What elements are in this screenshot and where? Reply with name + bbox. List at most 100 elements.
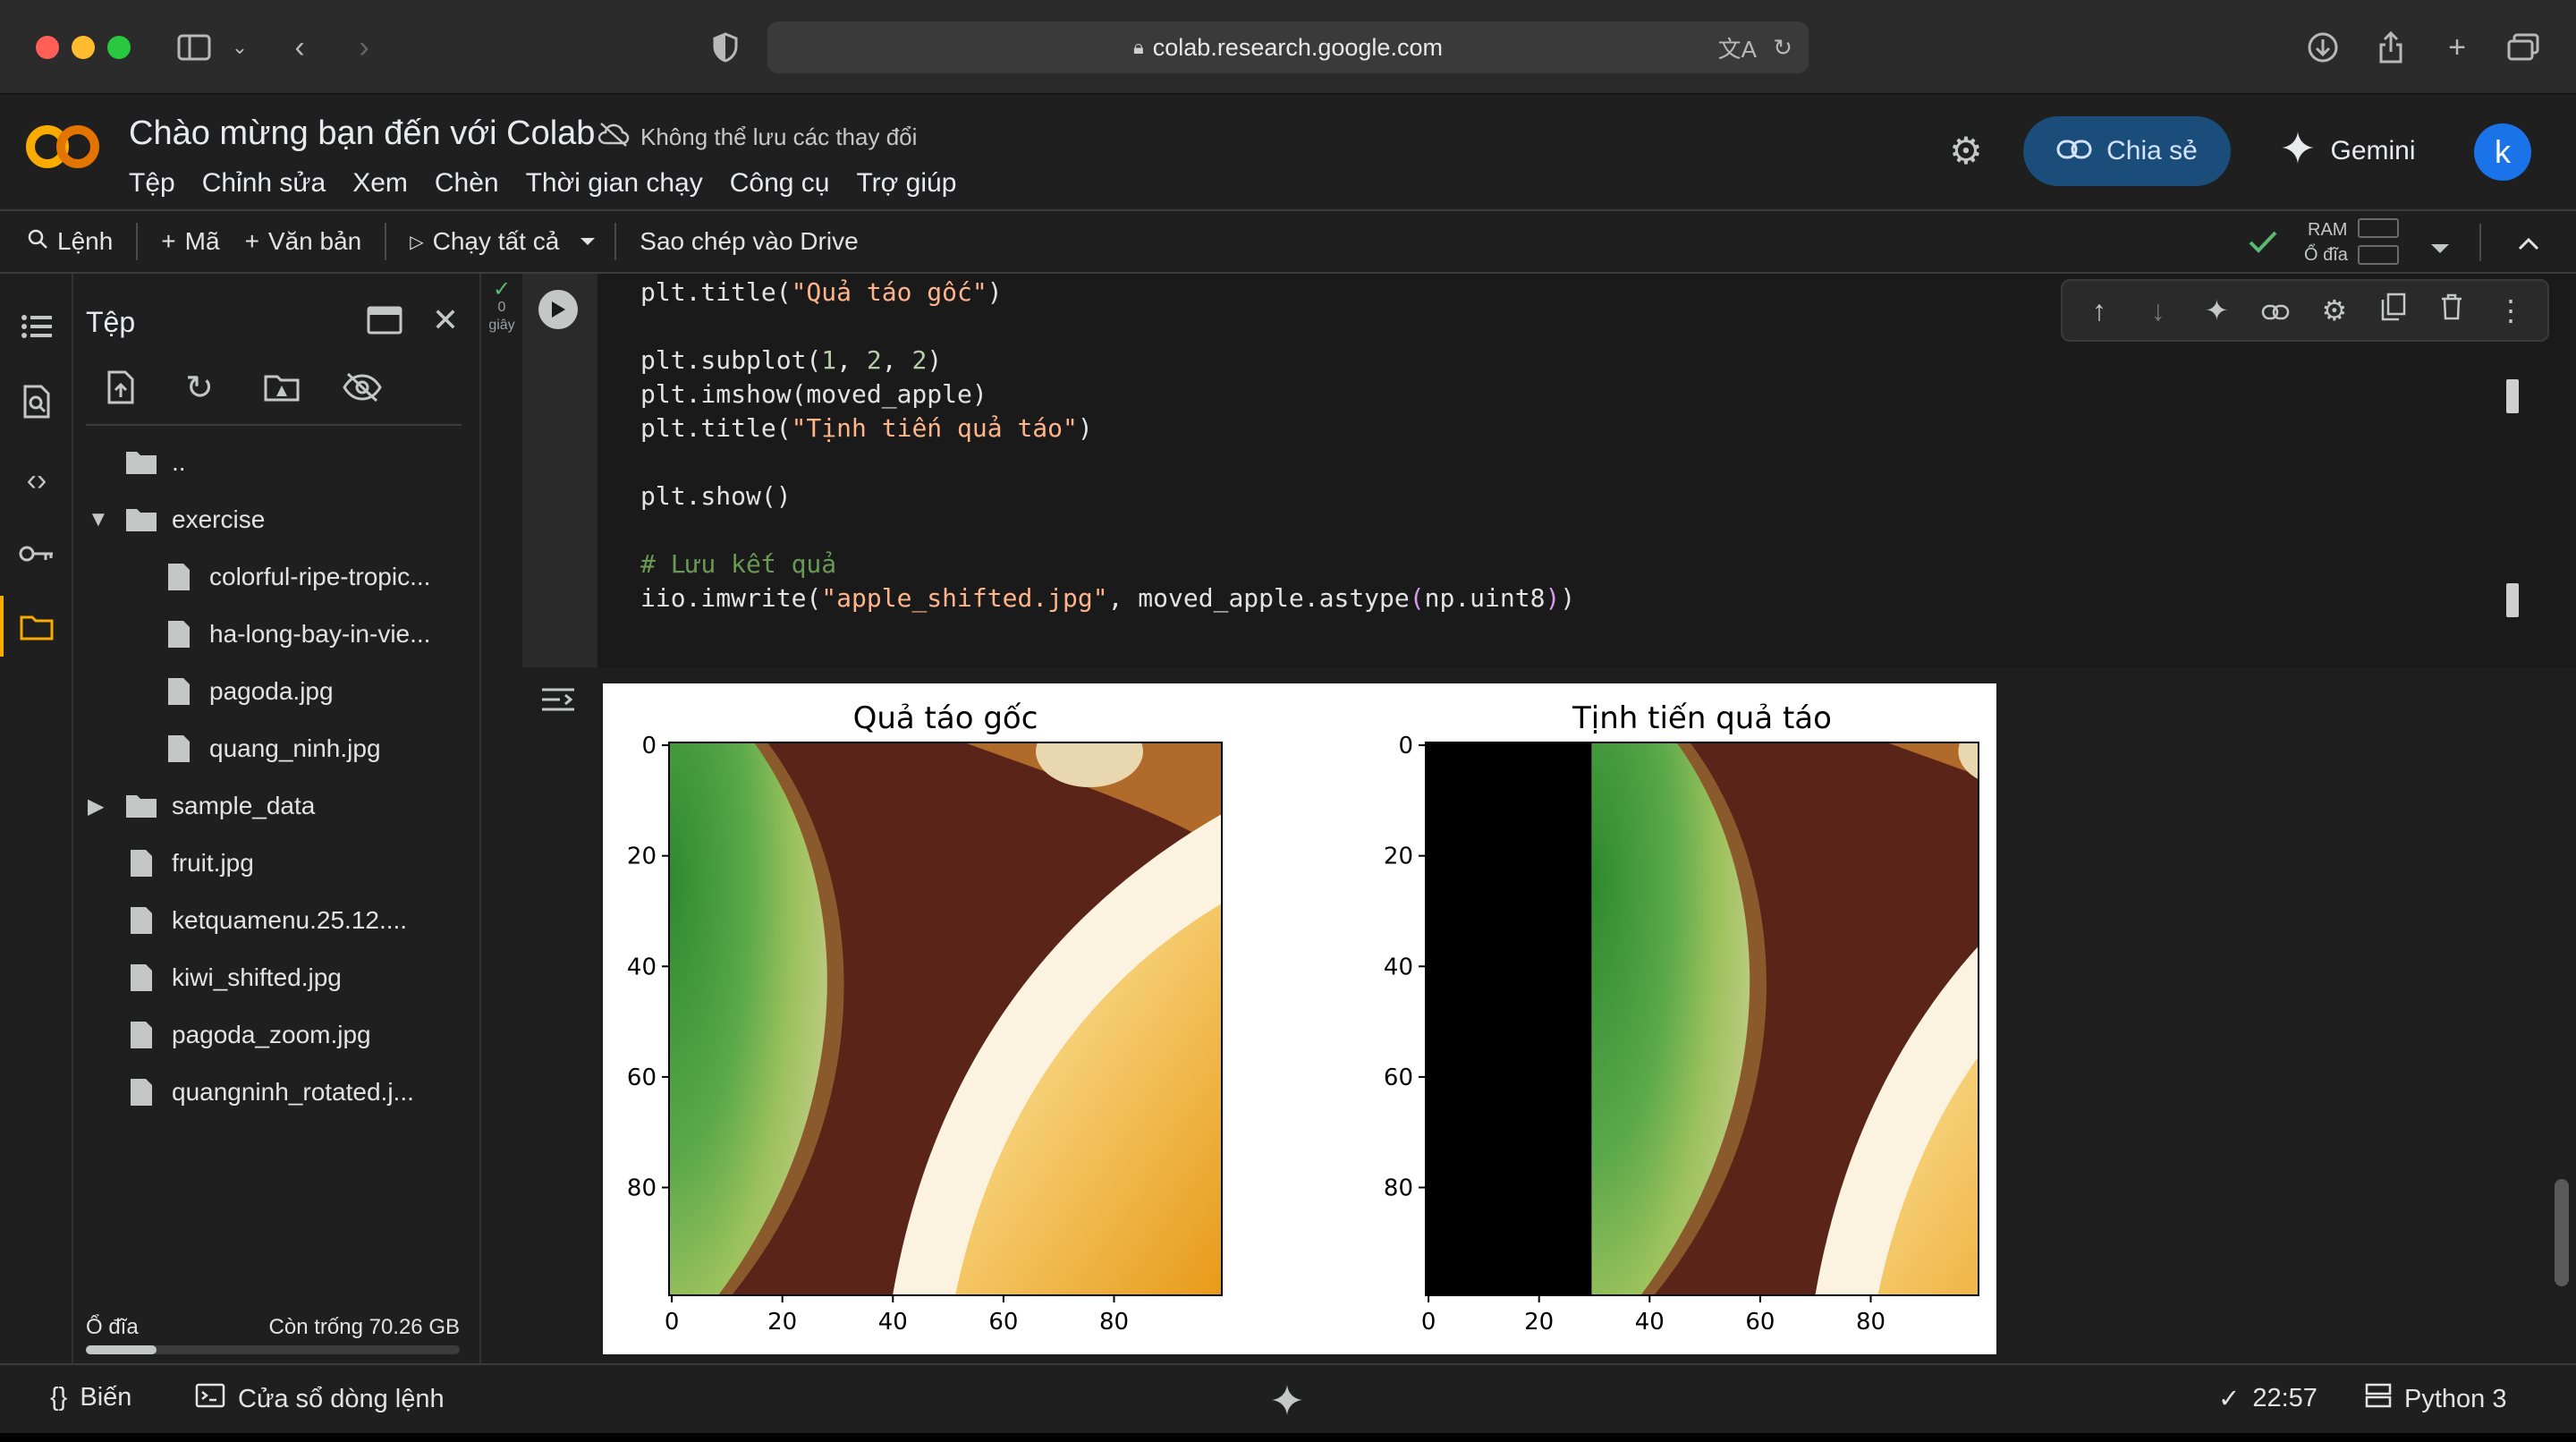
menu-edit[interactable]: Chỉnh sửa — [202, 168, 326, 199]
menu-file[interactable]: Tệp — [129, 168, 175, 199]
copy-to-drive-button[interactable]: Sao chép vào Drive — [627, 211, 870, 272]
file-item[interactable]: quang_ninh.jpg — [161, 726, 381, 771]
code-snippets-icon[interactable]: ‹› — [16, 460, 57, 501]
colab-logo[interactable] — [25, 120, 100, 174]
collapse-header-icon[interactable] — [2517, 229, 2540, 258]
file-item[interactable]: kiwi_shifted.jpg — [123, 955, 342, 1000]
find-replace-icon[interactable] — [16, 381, 57, 422]
open-in-window-icon[interactable] — [365, 301, 404, 340]
reload-icon[interactable]: ↻ — [1773, 29, 1792, 66]
code-line: # Lưu kết quả — [640, 549, 837, 579]
check-icon: ✓ — [492, 277, 512, 301]
share-page-icon[interactable] — [2370, 27, 2411, 68]
x-tick-label: 60 — [1745, 1309, 1775, 1336]
move-up-icon[interactable]: ↑ — [2080, 294, 2119, 327]
menu-tools[interactable]: Công cụ — [730, 168, 830, 199]
terminal-button[interactable]: Cửa sổ dòng lệnh — [195, 1383, 445, 1415]
refresh-icon[interactable]: ↻ — [177, 365, 222, 410]
toolbar-divider — [614, 223, 617, 260]
translate-icon[interactable]: 文A — [1718, 29, 1757, 66]
back-arrow-icon[interactable]: ‹ — [279, 27, 320, 68]
account-avatar[interactable]: k — [2474, 123, 2531, 181]
y-tick-label: 40 — [627, 954, 657, 980]
file-icon — [161, 616, 197, 652]
variables-button[interactable]: {} Biến — [50, 1383, 131, 1412]
mount-drive-icon[interactable] — [259, 365, 304, 410]
menu-runtime[interactable]: Thời gian chạy — [526, 168, 703, 199]
hide-files-eye-off-icon[interactable] — [340, 365, 385, 410]
folder-item[interactable]: .. — [123, 440, 186, 485]
cell-settings-icon[interactable]: ⚙ — [2315, 293, 2354, 327]
sidebar-toggle-icon[interactable] — [174, 27, 215, 68]
y-tick-label: 80 — [627, 1175, 657, 1201]
address-bar[interactable]: 🔒︎ colab.research.google.com 文A ↻ — [767, 21, 1809, 73]
mirror-cell-icon[interactable] — [2374, 293, 2413, 328]
toolbar-divider — [136, 223, 139, 260]
close-icon[interactable]: ✕ — [426, 301, 465, 340]
resources-dropdown-icon[interactable] — [2429, 233, 2451, 261]
caret-down-icon[interactable]: ▼ — [88, 507, 109, 532]
code-line: plt.show() — [640, 481, 792, 511]
file-name: sample_data — [172, 792, 316, 819]
menu-help[interactable]: Trợ giúp — [856, 168, 956, 199]
commands-button[interactable]: Lệnh — [14, 211, 125, 272]
more-options-icon[interactable]: ⋮ — [2491, 293, 2530, 327]
file-item[interactable]: pagoda_zoom.jpg — [123, 1013, 371, 1057]
chevron-down-icon[interactable]: ⌄ — [222, 27, 258, 68]
gemini-button[interactable]: Gemini — [2265, 116, 2431, 186]
menu-insert[interactable]: Chèn — [435, 168, 499, 199]
file-icon — [123, 845, 159, 881]
tab-overview-icon[interactable] — [2503, 27, 2544, 68]
last-run-status[interactable]: ✓ 22:57 — [2218, 1383, 2318, 1414]
new-tab-icon[interactable]: + — [2436, 27, 2478, 68]
file-name: quang_ninh.jpg — [209, 734, 381, 762]
zoom-window-button[interactable] — [107, 36, 131, 59]
notebook-title[interactable]: Chào mừng bạn đến với Colab — [129, 115, 595, 153]
files-folder-icon[interactable] — [16, 606, 57, 648]
file-item[interactable]: fruit.jpg — [123, 841, 254, 886]
upload-file-icon[interactable] — [98, 365, 143, 410]
toolbar-divider — [2479, 224, 2481, 261]
output-options-icon[interactable] — [538, 680, 578, 719]
delete-trash-icon[interactable] — [2432, 293, 2471, 327]
file-name: pagoda.jpg — [209, 677, 334, 705]
code-line: plt.imshow(moved_apple) — [640, 379, 987, 409]
table-of-contents-icon[interactable] — [16, 306, 57, 347]
share-button[interactable]: Chia sẻ — [2023, 116, 2231, 186]
move-down-icon[interactable]: ↓ — [2139, 294, 2178, 327]
run-all-dropdown-icon[interactable] — [572, 211, 604, 272]
file-name: exercise — [172, 505, 266, 533]
folder-item[interactable]: ▶ sample_data — [88, 784, 316, 828]
gemini-label: Gemini — [2330, 136, 2416, 165]
file-item[interactable]: ketquamenu.25.12.... — [123, 898, 407, 943]
file-item[interactable]: pagoda.jpg — [161, 669, 334, 714]
file-name: ha-long-bay-in-vie... — [209, 620, 431, 648]
forward-arrow-icon[interactable]: › — [343, 27, 385, 68]
secrets-key-icon[interactable] — [16, 533, 57, 574]
run-all-button[interactable]: ▷ Chạy tất cả — [397, 211, 572, 272]
add-text-button[interactable]: + Văn bản — [233, 211, 375, 272]
file-item[interactable]: ha-long-bay-in-vie... — [161, 612, 430, 657]
run-cell-button[interactable] — [538, 290, 578, 329]
close-window-button[interactable] — [36, 36, 59, 59]
file-name: colorful-ripe-tropic... — [209, 563, 431, 590]
file-item[interactable]: quangninh_rotated.j... — [123, 1070, 414, 1115]
save-warning[interactable]: Không thể lưu các thay đổi — [597, 122, 917, 153]
add-code-button[interactable]: + Mã — [148, 211, 232, 272]
settings-gear-icon[interactable]: ⚙ — [1945, 129, 1987, 172]
file-item[interactable]: colorful-ripe-tropic... — [161, 555, 430, 599]
gemini-sparkle-icon[interactable] — [1270, 1383, 1304, 1417]
gemini-sparkle-icon[interactable]: ✦ — [2197, 293, 2236, 327]
caret-right-icon[interactable]: ▶ — [88, 793, 104, 819]
copy-link-icon[interactable] — [2256, 294, 2295, 327]
code-line: plt.subplot(1, 2, 2) — [640, 345, 943, 375]
downloads-icon[interactable] — [2302, 27, 2343, 68]
files-panel-title: Tệp — [86, 306, 136, 338]
privacy-shield-icon[interactable] — [705, 27, 746, 68]
minimize-window-button[interactable] — [72, 36, 95, 59]
plus-icon: + — [244, 227, 259, 255]
runtime-type[interactable]: Python 3 — [2365, 1383, 2506, 1415]
folder-item[interactable]: ▼ exercise — [88, 497, 266, 542]
menu-view[interactable]: Xem — [352, 168, 408, 199]
page-scrollbar[interactable] — [2555, 1179, 2569, 1286]
